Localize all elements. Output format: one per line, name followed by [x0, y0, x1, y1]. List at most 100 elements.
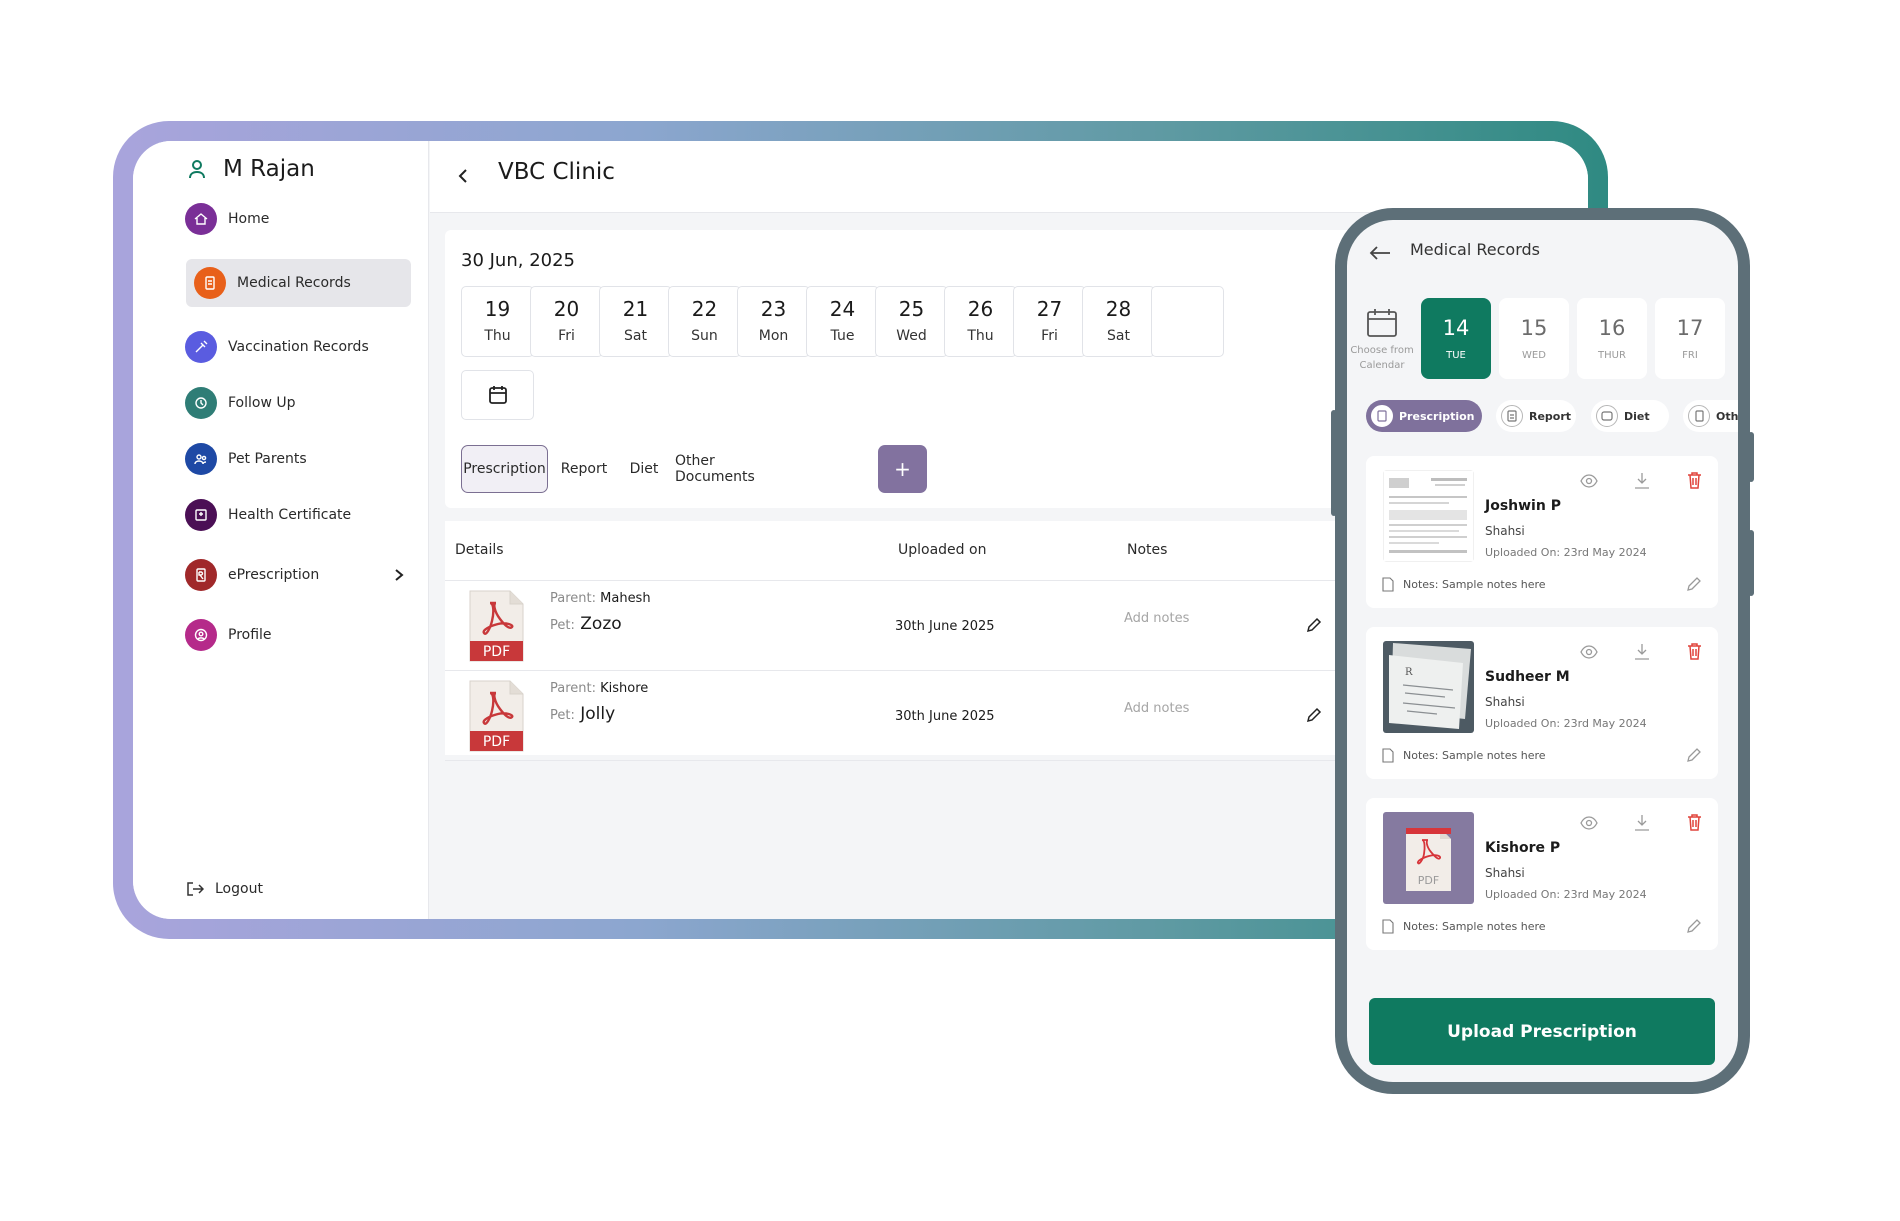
- day-chip[interactable]: 21 Sat: [599, 286, 672, 357]
- day-chip[interactable]: 26 Thu: [944, 286, 1017, 357]
- phone-title: Medical Records: [1410, 240, 1540, 259]
- record-name: Joshwin P: [1485, 498, 1561, 514]
- back-chevron-icon[interactable]: [456, 166, 470, 186]
- chevron-right-icon[interactable]: [391, 565, 407, 585]
- other-documents-icon: [1688, 405, 1710, 427]
- day-chip[interactable]: 20 Fri: [530, 286, 603, 357]
- record-doctor: Shahsi: [1485, 866, 1525, 880]
- row-pet: Pet: Jolly: [550, 704, 615, 724]
- day-number: 27: [1036, 297, 1063, 321]
- delete-icon[interactable]: [1687, 471, 1702, 489]
- day-chip[interactable]: 24 Tue: [806, 286, 879, 357]
- record-name: Kishore P: [1485, 840, 1561, 856]
- day-chip[interactable]: 19 Thu: [461, 286, 534, 357]
- profile-icon: [185, 619, 217, 651]
- day-number: 16: [1598, 316, 1626, 340]
- document-icon: [194, 267, 226, 299]
- tab-prescription[interactable]: Prescription: [461, 445, 548, 493]
- record-card[interactable]: PDF Kishore P Shahsi Uploaded On: 23rd M…: [1366, 798, 1718, 950]
- day-chip[interactable]: 22 Sun: [668, 286, 741, 357]
- phone-tab-other[interactable]: Othe: [1683, 400, 1738, 432]
- calendar-button[interactable]: [461, 370, 534, 420]
- upload-prescription-button[interactable]: Upload Prescription: [1369, 998, 1715, 1065]
- sidebar-item-health-certificate[interactable]: Health Certificate: [185, 491, 411, 539]
- pdf-thumbnail: PDF: [1383, 812, 1474, 904]
- phone-day-chip[interactable]: 16 THUR: [1577, 298, 1647, 379]
- sidebar-item-label: Profile: [228, 627, 272, 643]
- sidebar-item-label: Follow Up: [228, 395, 296, 411]
- tab-report[interactable]: Report: [556, 445, 612, 493]
- uploaded-date: 30th June 2025: [895, 709, 995, 724]
- day-name: FRI: [1682, 350, 1698, 361]
- pet-name: Jolly: [580, 704, 616, 724]
- download-icon[interactable]: [1634, 643, 1650, 660]
- day-number: 25: [898, 297, 925, 321]
- prescription-thumbnail: [1383, 470, 1474, 562]
- row-parent: Parent: Kishore: [550, 681, 648, 696]
- add-document-button[interactable]: +: [878, 445, 927, 493]
- sidebar-item-profile[interactable]: Profile: [185, 611, 411, 659]
- record-card[interactable]: R Sudheer M Shahsi Uploaded On: 23rd May…: [1366, 627, 1718, 779]
- record-notes: Notes: Sample notes here: [1403, 920, 1546, 933]
- record-date: Uploaded On: 23rd May 2024: [1485, 546, 1647, 559]
- sidebar-item-label: ePrescription: [228, 567, 320, 583]
- sidebar-item-eprescription[interactable]: ePrescription: [185, 551, 411, 599]
- add-notes-field[interactable]: Add notes: [1124, 701, 1189, 716]
- delete-icon[interactable]: [1687, 813, 1702, 831]
- calendar-label: Choose from: [1350, 345, 1414, 356]
- sidebar-item-vaccination-records[interactable]: Vaccination Records: [185, 323, 411, 371]
- day-number: 23: [760, 297, 787, 321]
- sidebar-item-pet-parents[interactable]: Pet Parents: [185, 435, 411, 483]
- phone-day-chip[interactable]: 17 FRI: [1655, 298, 1725, 379]
- phone-tab-diet[interactable]: Diet: [1591, 400, 1669, 432]
- certificate-icon: [185, 499, 217, 531]
- tab-other-documents[interactable]: Other Documents: [675, 445, 787, 493]
- people-icon: [185, 443, 217, 475]
- day-number: 20: [553, 297, 580, 321]
- phone-tab-prescription[interactable]: Prescription: [1366, 400, 1482, 432]
- sidebar-item-label: Medical Records: [237, 275, 351, 291]
- pencil-icon[interactable]: [1686, 747, 1702, 763]
- eye-icon[interactable]: [1580, 474, 1598, 488]
- day-number: 28: [1105, 297, 1132, 321]
- phone-day-chip-selected[interactable]: 14 TUE: [1421, 298, 1491, 379]
- day-name: Thu: [967, 328, 994, 344]
- document-icon: [1371, 405, 1393, 427]
- user-row: M Rajan: [185, 156, 315, 182]
- download-icon[interactable]: [1634, 814, 1650, 831]
- day-number: 26: [967, 297, 994, 321]
- phone-tab-report[interactable]: Report: [1496, 400, 1576, 432]
- eye-icon[interactable]: [1580, 645, 1598, 659]
- pencil-icon[interactable]: [1306, 707, 1322, 723]
- download-icon[interactable]: [1634, 472, 1650, 489]
- tab-diet[interactable]: Diet: [624, 445, 664, 493]
- day-chip[interactable]: 27 Fri: [1013, 286, 1086, 357]
- calendar-icon: [1367, 309, 1397, 337]
- record-card[interactable]: Joshwin P Shahsi Uploaded On: 23rd May 2…: [1366, 456, 1718, 608]
- record-notes: Notes: Sample notes here: [1403, 749, 1546, 762]
- logout-button[interactable]: Logout: [186, 881, 263, 897]
- add-notes-field[interactable]: Add notes: [1124, 611, 1189, 626]
- sidebar-item-medical-records[interactable]: Medical Records: [186, 259, 411, 307]
- record-doctor: Shahsi: [1485, 695, 1525, 709]
- day-chip-partial[interactable]: [1151, 286, 1224, 357]
- eye-icon[interactable]: [1580, 816, 1598, 830]
- sidebar-item-label: Home: [228, 211, 270, 227]
- sidebar-item-home[interactable]: Home: [185, 195, 411, 243]
- record-name: Sudheer M: [1485, 669, 1570, 685]
- record-doctor: Shahsi: [1485, 524, 1525, 538]
- pencil-icon[interactable]: [1686, 918, 1702, 934]
- day-chip[interactable]: 23 Mon: [737, 286, 810, 357]
- delete-icon[interactable]: [1687, 642, 1702, 660]
- choose-from-calendar-button[interactable]: Choose from Calendar: [1347, 298, 1417, 379]
- day-chip[interactable]: 25 Wed: [875, 286, 948, 357]
- phone-day-chip[interactable]: 15 WED: [1499, 298, 1569, 379]
- note-icon: [1382, 919, 1394, 934]
- pencil-icon[interactable]: [1306, 617, 1322, 633]
- day-number: 24: [829, 297, 856, 321]
- logout-label: Logout: [215, 881, 263, 897]
- back-arrow-icon[interactable]: [1369, 246, 1391, 260]
- day-chip[interactable]: 28 Sat: [1082, 286, 1155, 357]
- sidebar-item-follow-up[interactable]: Follow Up: [185, 379, 411, 427]
- pencil-icon[interactable]: [1686, 576, 1702, 592]
